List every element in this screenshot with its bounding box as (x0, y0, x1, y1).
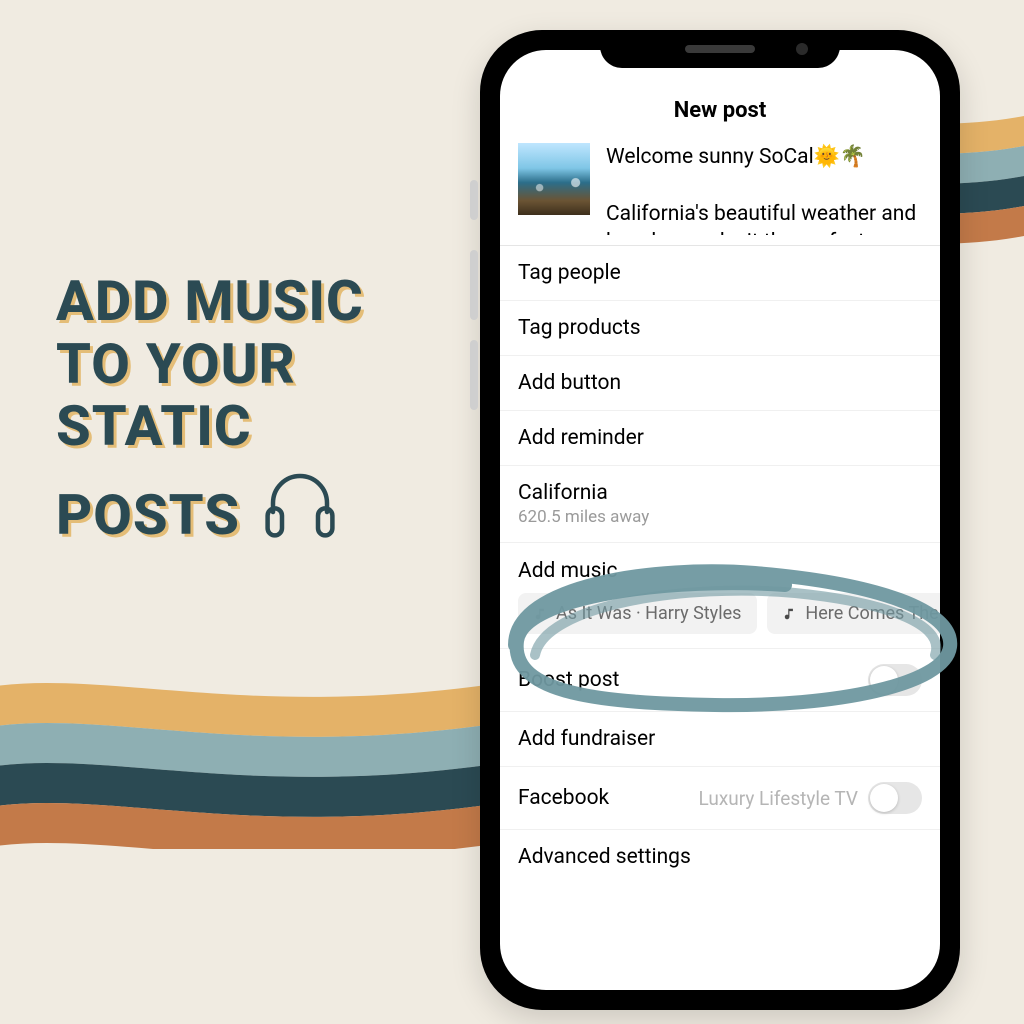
location-name: California (518, 481, 649, 505)
post-caption[interactable]: Welcome sunny SoCal🌞🌴 California's beaut… (606, 143, 940, 235)
row-label: Advanced settings (518, 845, 691, 869)
music-chip[interactable]: Here Comes The (767, 593, 940, 634)
phone-camera (796, 43, 808, 55)
post-thumbnail[interactable] (518, 143, 590, 215)
row-advanced-settings[interactable]: Advanced settings (500, 829, 940, 884)
location-distance: 620.5 miles away (518, 507, 649, 527)
phone-screen: New post Welcome sunny SoCal🌞🌴 Californi… (500, 50, 940, 990)
phone-notch (600, 30, 840, 68)
headphones-icon (255, 458, 345, 548)
music-note-icon (534, 607, 548, 621)
music-chip-label: As It Was · Harry Styles (556, 603, 741, 624)
row-tag-products[interactable]: Tag products (500, 300, 940, 355)
headline-line: STATIC (56, 393, 252, 459)
row-label: Add button (518, 371, 621, 395)
phone-speaker (685, 45, 755, 53)
row-label: Add fundraiser (518, 727, 655, 751)
headline-line: TO YOUR (56, 331, 296, 397)
row-label: Add reminder (518, 426, 644, 450)
row-label: Tag products (518, 316, 641, 340)
row-label: Facebook (518, 786, 609, 810)
row-facebook[interactable]: Facebook Luxury Lifestyle TV (500, 766, 940, 829)
row-add-reminder[interactable]: Add reminder (500, 410, 940, 465)
headline-text: ADD MUSIC TO YOUR STATIC POSTS (56, 270, 476, 548)
row-location[interactable]: California 620.5 miles away (500, 465, 940, 542)
row-add-music[interactable]: Add music As It Was · Harry Styles Here … (500, 542, 940, 648)
caption-row[interactable]: Welcome sunny SoCal🌞🌴 California's beaut… (500, 137, 940, 245)
add-music-label: Add music (500, 555, 940, 593)
phone-side-button (470, 340, 478, 410)
phone-frame: New post Welcome sunny SoCal🌞🌴 Californi… (480, 30, 960, 1010)
music-chip[interactable]: As It Was · Harry Styles (518, 593, 757, 634)
row-label: Tag people (518, 261, 621, 285)
facebook-page-name: Luxury Lifestyle TV (699, 787, 858, 810)
headline-line: POSTS (56, 482, 240, 548)
facebook-toggle[interactable] (868, 782, 922, 814)
music-note-icon (783, 607, 797, 621)
row-tag-people[interactable]: Tag people (500, 245, 940, 300)
headline-line: ADD MUSIC (56, 268, 364, 334)
boost-toggle[interactable] (868, 664, 922, 696)
phone-side-button (470, 250, 478, 320)
row-boost-post[interactable]: Boost post (500, 648, 940, 711)
row-add-button[interactable]: Add button (500, 355, 940, 410)
row-label: Boost post (518, 668, 619, 692)
music-chip-label: Here Comes The (805, 603, 938, 624)
row-add-fundraiser[interactable]: Add fundraiser (500, 711, 940, 766)
phone-side-button (470, 180, 478, 220)
